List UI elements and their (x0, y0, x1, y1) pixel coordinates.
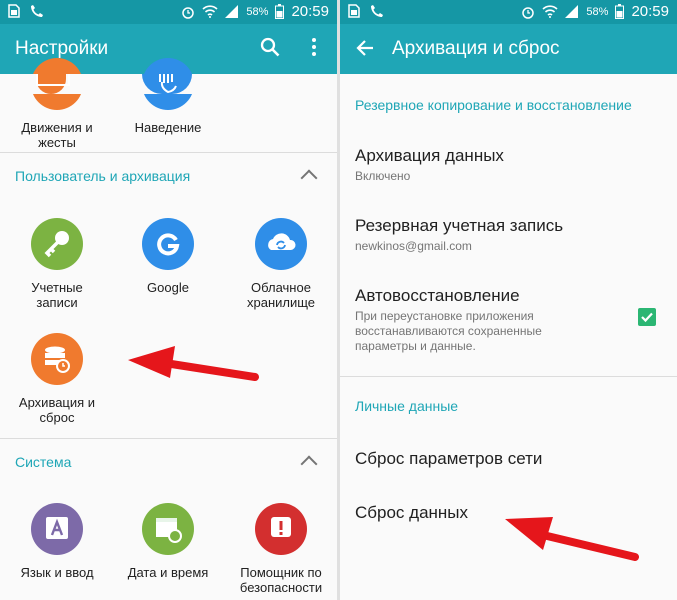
call-icon (31, 5, 43, 17)
status-bar: 58% 20:59 (0, 0, 337, 24)
tile-label: Наведение (134, 120, 202, 135)
settings-screen: 58% 20:59 Настройки Движения и жесты Нав… (0, 0, 337, 600)
tile-date-time[interactable]: Дата и время (113, 503, 223, 580)
cloud-sync-icon (255, 218, 307, 270)
backup-database-icon (31, 333, 83, 385)
setting-backup-data[interactable]: Архивация данных Включено (355, 146, 665, 184)
tile-accounts[interactable]: Учетные записи (2, 218, 112, 310)
app-bar: Архивация и сброс (340, 24, 677, 74)
annotation-arrow (128, 346, 259, 381)
alarm-icon (522, 6, 535, 19)
setting-subtitle: newkinos@gmail.com (355, 239, 472, 253)
sim-icon (8, 4, 20, 18)
setting-title: Сброс параметров сети (355, 449, 543, 468)
separator (0, 438, 337, 439)
status-bar: 58% 20:59 (340, 0, 677, 24)
tile-label: Дата и время (127, 565, 209, 580)
search-icon[interactable] (260, 37, 280, 57)
motions-glyph (36, 74, 70, 86)
section-header-personal-data: Личные данные (355, 398, 459, 414)
tile-label: Язык и ввод (20, 565, 94, 580)
key-icon (31, 218, 83, 270)
battery-percent: 58% (586, 5, 609, 18)
clock: 20:59 (631, 3, 669, 20)
separator (340, 376, 677, 377)
setting-subtitle: Включено (355, 169, 411, 183)
alarm-icon (182, 6, 195, 19)
collapse-chevron-icon[interactable] (300, 169, 318, 187)
emergency-icon (255, 503, 307, 555)
tile-google[interactable]: Google (113, 218, 223, 295)
backup-reset-screen: 58% 20:59 Архивация и сброс Резервное ко… (340, 0, 677, 600)
battery-percent: 58% (246, 5, 269, 18)
keyboard-a-icon (31, 503, 83, 555)
tile-label: Облачное хранилище (246, 280, 316, 310)
clock: 20:59 (291, 3, 329, 20)
tile-label: Архивация и сброс (18, 395, 96, 425)
setting-title: Резервная учетная запись (355, 216, 564, 235)
wifi-icon (202, 5, 218, 18)
signal-icon (565, 5, 579, 18)
wifi-icon (542, 5, 558, 18)
tile-motions-gestures[interactable]: Движения и жесты (2, 58, 112, 150)
setting-backup-account[interactable]: Резервная учетная запись newkinos@gmail.… (355, 216, 665, 254)
section-header-backup-restore: Резервное копирование и восстановление (355, 97, 632, 113)
call-icon (371, 5, 383, 17)
section-header-user-backup: Пользователь и архивация (15, 168, 191, 184)
sim-icon (348, 4, 360, 18)
signal-icon (225, 5, 239, 18)
tile-label: Движения и жесты (21, 120, 93, 150)
annotation-arrow (505, 517, 639, 561)
auto-restore-checkbox[interactable] (638, 308, 656, 326)
separator (0, 152, 337, 153)
page-title: Настройки (15, 38, 109, 59)
setting-title: Автовосстановление (355, 286, 520, 305)
tile-label: Google (147, 280, 189, 295)
page-title: Архивация и сброс (392, 38, 560, 59)
hand-icon-partial (142, 74, 192, 94)
calendar-clock-icon (142, 503, 194, 555)
tile-language-input[interactable]: Язык и ввод (2, 503, 112, 580)
section-header-system: Система (15, 454, 72, 470)
collapse-chevron-icon[interactable] (300, 455, 318, 473)
battery-icon (275, 4, 285, 19)
google-icon (142, 218, 194, 270)
setting-auto-restore[interactable]: Автовосстановление При переустановке при… (355, 286, 665, 354)
tile-air-view[interactable]: Наведение (113, 58, 223, 135)
setting-title: Архивация данных (355, 146, 504, 165)
tile-backup-reset[interactable]: Архивация и сброс (2, 333, 112, 425)
setting-subtitle: При переустановке приложения восстанавли… (355, 309, 542, 353)
battery-icon (615, 4, 625, 19)
tile-safety-assistance[interactable]: Помощник по безопасности (226, 503, 336, 595)
setting-network-reset[interactable]: Сброс параметров сети (355, 449, 665, 469)
tile-cloud[interactable]: Облачное хранилище (226, 218, 336, 310)
more-options-icon[interactable] (310, 37, 318, 57)
tile-label: Учетные записи (31, 280, 83, 310)
back-arrow-icon[interactable] (356, 39, 374, 57)
tile-label: Помощник по безопасности (239, 565, 323, 595)
